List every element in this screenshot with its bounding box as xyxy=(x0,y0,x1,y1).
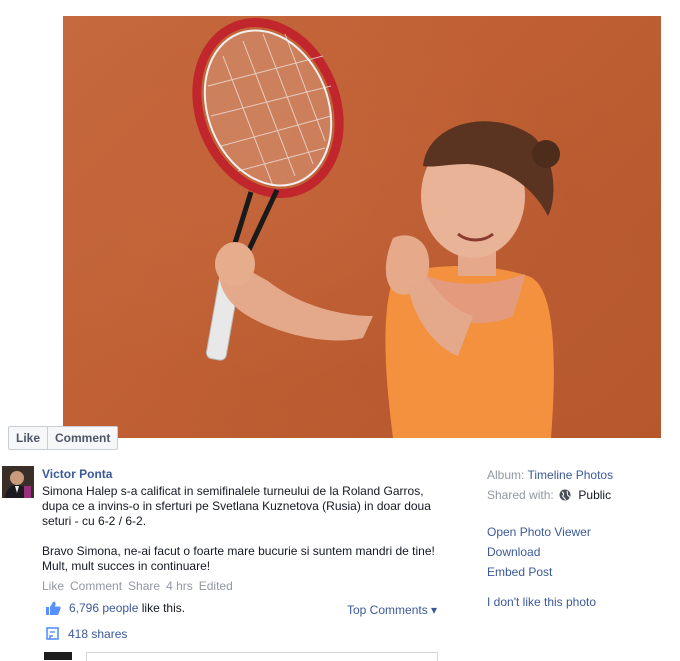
share-icon xyxy=(46,627,59,640)
meta-share-link[interactable]: Share xyxy=(128,579,160,593)
likes-row: 6,796 people like this. xyxy=(46,601,185,615)
download-label[interactable]: Download xyxy=(487,545,540,559)
thumbs-up-icon xyxy=(46,601,61,615)
shared-with-row: Shared with: Public xyxy=(487,488,611,502)
post-photo[interactable] xyxy=(63,16,661,438)
shares-count-link[interactable]: 418 shares xyxy=(68,627,127,641)
dislike-photo-label[interactable]: I don't like this photo xyxy=(487,595,596,609)
post-timestamp[interactable]: 4 hrs xyxy=(166,579,193,593)
shared-with-value[interactable]: Public xyxy=(578,488,611,502)
edited-link[interactable]: Edited xyxy=(199,579,233,593)
avatar-portrait-icon xyxy=(2,466,34,498)
likes-suffix: like this. xyxy=(141,601,186,615)
photo-actions: Like Comment xyxy=(8,426,119,450)
author-avatar[interactable] xyxy=(2,466,34,498)
meta-like-link[interactable]: Like xyxy=(42,579,64,593)
embed-post-label[interactable]: Embed Post xyxy=(487,565,552,579)
shared-with-label: Shared with: xyxy=(487,488,554,502)
album-link[interactable]: Timeline Photos xyxy=(527,468,613,482)
caption-paragraph-1: Simona Halep s-a calificat in semifinale… xyxy=(42,484,431,528)
shares-row: 418 shares xyxy=(46,627,127,641)
photo-illustration xyxy=(192,18,560,438)
embed-post-link[interactable]: Embed Post xyxy=(487,565,552,579)
author-name[interactable]: Victor Ponta xyxy=(42,467,112,481)
top-comments-dropdown[interactable]: Top Comments ▾ xyxy=(347,603,437,617)
album-label: Album: xyxy=(487,468,525,482)
post-meta: Like Comment Share 4 hrs Edited xyxy=(42,579,233,593)
like-button[interactable]: Like xyxy=(9,427,47,449)
meta-comment-link[interactable]: Comment xyxy=(70,579,122,593)
post-caption: Simona Halep s-a calificat in semifinale… xyxy=(42,484,447,589)
open-photo-viewer-link[interactable]: Open Photo Viewer xyxy=(487,525,591,539)
caption-paragraph-2: Bravo Simona, ne-ai facut o foarte mare … xyxy=(42,544,435,573)
comment-button[interactable]: Comment xyxy=(47,427,117,449)
open-photo-viewer-label[interactable]: Open Photo Viewer xyxy=(487,525,591,539)
album-row: Album: Timeline Photos xyxy=(487,468,613,482)
comment-avatar xyxy=(44,652,72,660)
likes-count-link[interactable]: 6,796 people xyxy=(69,601,138,615)
download-link[interactable]: Download xyxy=(487,545,540,559)
dislike-photo-link[interactable]: I don't like this photo xyxy=(487,595,596,609)
globe-icon xyxy=(559,489,571,501)
